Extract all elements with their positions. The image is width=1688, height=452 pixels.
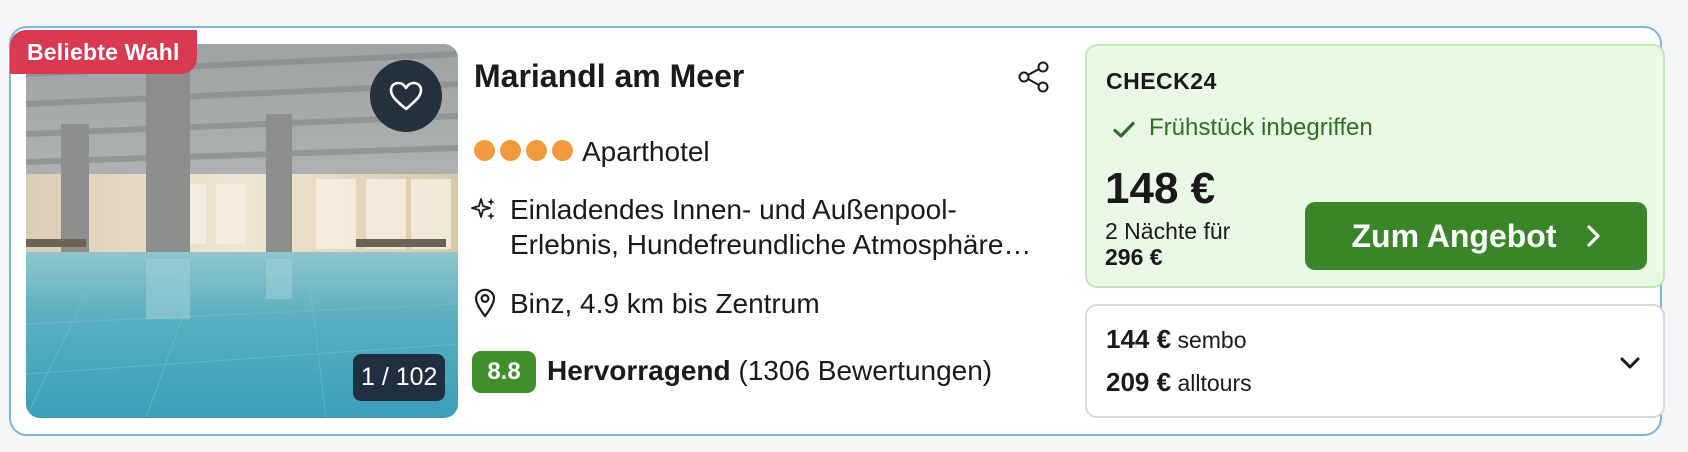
hotel-name[interactable]: Mariandl am Meer	[474, 58, 744, 95]
star-icon	[500, 140, 521, 161]
view-offer-button[interactable]: Zum Angebot	[1305, 202, 1647, 270]
alternative-provider: sembo	[1177, 327, 1247, 353]
offer-nights: 2 Nächte für	[1105, 218, 1231, 244]
hotel-location: Binz, 4.9 km bis Zentrum	[510, 288, 820, 319]
sparkle-icon	[471, 198, 495, 220]
image-counter: 1 / 102	[353, 354, 446, 401]
rating-summary[interactable]: Hervorragend (1306 Bewertungen)	[547, 355, 992, 387]
offer-total: 296 €	[1105, 244, 1163, 270]
offer-perk: Frühstück inbegriffen	[1149, 114, 1373, 141]
chevron-down-icon[interactable]	[1619, 352, 1641, 374]
view-offer-label: Zum Angebot	[1351, 217, 1557, 254]
offer-price: 148 €	[1105, 164, 1216, 213]
alternative-offer-row[interactable]: 144 € sembo	[1106, 324, 1247, 355]
star-icon	[474, 140, 495, 161]
offer-provider: CHECK24	[1106, 68, 1217, 94]
alternative-price: 144 €	[1106, 324, 1172, 354]
share-icon	[1018, 61, 1049, 93]
chevron-right-icon	[1586, 225, 1600, 247]
star-icon	[552, 140, 573, 161]
highlights-line: Erlebnis, Hundefreundliche Atmosphäre…	[510, 229, 1032, 260]
popular-badge: Beliebte Wahl	[10, 30, 197, 74]
review-score-badge: 8.8	[472, 351, 536, 393]
star-icon	[526, 140, 547, 161]
alternative-price: 209 €	[1106, 367, 1172, 397]
rating-label: Hervorragend	[547, 355, 731, 386]
best-offer-box[interactable]: CHECK24 Frühstück inbegriffen 148 € 2 Nä…	[1085, 44, 1665, 288]
star-rating	[474, 140, 573, 161]
alternative-provider: alltours	[1177, 370, 1252, 396]
hotel-category: Aparthotel	[582, 136, 710, 167]
alternative-offers[interactable]: 144 € sembo 209 € alltours	[1085, 304, 1665, 418]
check-icon	[1113, 121, 1135, 138]
heart-icon	[389, 81, 423, 111]
alternative-offer-row[interactable]: 209 € alltours	[1106, 367, 1252, 398]
hotel-highlights: Einladendes Innen- und Außenpool- Erlebn…	[510, 192, 1050, 262]
favorite-button[interactable]	[370, 60, 442, 132]
highlights-line: Einladendes Innen- und Außenpool-	[510, 194, 957, 225]
review-count: (1306 Bewertungen)	[738, 355, 993, 386]
location-pin-icon	[474, 288, 496, 318]
share-button[interactable]	[1017, 60, 1051, 94]
